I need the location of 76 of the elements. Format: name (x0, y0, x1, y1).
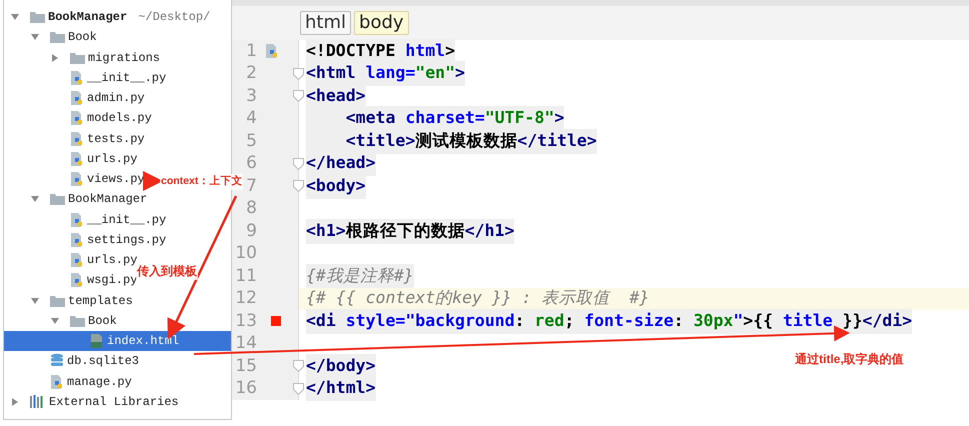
tree-item[interactable]: urls.py (4, 148, 138, 169)
breakpoint-marker[interactable] (271, 316, 281, 326)
tree-item[interactable]: External Libraries (4, 392, 179, 412)
fold-marker-icon[interactable] (293, 90, 304, 102)
line-number: 4 (246, 107, 257, 130)
python-file-icon (70, 212, 84, 228)
annotation-label: 传入到模板 (136, 262, 198, 280)
line-number: 5 (246, 130, 257, 152)
fold-marker-icon[interactable] (293, 180, 304, 192)
expand-arrow-icon[interactable] (30, 33, 40, 42)
breadcrumb-tab[interactable]: html (300, 11, 352, 35)
annotation-label: 通过title,取字典的值 (794, 350, 905, 368)
line-number: 1 (246, 40, 257, 62)
python-file-icon (70, 272, 84, 288)
python-file-icon (70, 70, 84, 86)
tree-item[interactable]: index.html (4, 331, 231, 352)
python-file-icon (70, 171, 84, 188)
python-file-icon (50, 374, 64, 390)
code-line: {# {{ context的key }} : 表示取值 #} (306, 287, 650, 310)
python-file-icon (70, 110, 84, 126)
folder-icon (50, 294, 65, 307)
fold-marker-icon[interactable] (293, 68, 304, 80)
tree-item[interactable]: Book (4, 27, 97, 48)
tree-item[interactable]: BookManager ~/Desktop/ (4, 7, 210, 28)
folder-icon (50, 193, 65, 206)
tree-item[interactable]: templates (4, 290, 133, 311)
tree-item[interactable]: __init__.py (4, 210, 166, 230)
expand-arrow-icon[interactable] (30, 195, 40, 204)
line-number: 12 (235, 287, 257, 310)
python-file-icon (70, 252, 84, 268)
annotation-label: context：上下文 (160, 174, 244, 190)
html-file-icon (90, 333, 104, 350)
line-number: 14 (235, 332, 257, 355)
tree-item[interactable]: admin.py (4, 88, 145, 108)
fold-marker-icon[interactable] (293, 382, 304, 395)
folder-icon (70, 314, 85, 327)
tree-item[interactable]: manage.py (4, 372, 132, 392)
expand-arrow-icon[interactable] (10, 13, 20, 22)
expand-arrow-icon[interactable] (30, 296, 40, 305)
tree-item[interactable]: migrations (4, 48, 160, 68)
python-file-icon (70, 130, 84, 147)
annotation-arrow (143, 171, 163, 191)
folder-icon (30, 11, 45, 24)
line-number: 2 (246, 62, 257, 85)
breadcrumb-tab[interactable]: body (354, 11, 409, 35)
line-number: 3 (246, 84, 257, 108)
tree-item[interactable]: models.py (4, 108, 152, 128)
line-number: 15 (235, 354, 257, 378)
line-number: 13 (235, 310, 257, 332)
tree-item[interactable]: Book (4, 310, 117, 331)
fold-marker-icon[interactable] (293, 360, 304, 372)
fold-marker-icon[interactable] (293, 158, 304, 170)
folder-icon (70, 52, 85, 64)
python-file-icon (70, 232, 84, 248)
collapse-arrow-icon[interactable] (50, 52, 60, 63)
tree-item[interactable]: urls.py (4, 250, 138, 270)
line-number: 16 (235, 377, 257, 400)
tree-item[interactable]: db.sqlite3 (4, 351, 140, 372)
tree-item[interactable]: BookManager (4, 189, 148, 210)
line-number: 8 (246, 197, 257, 220)
line-number: 6 (246, 152, 257, 175)
line-number: 11 (235, 264, 257, 288)
project-path: ~/Desktop/ (138, 9, 210, 26)
line-number: 9 (246, 220, 257, 242)
tree-item[interactable]: settings.py (4, 230, 166, 250)
tree-item[interactable]: views.py (4, 169, 145, 190)
python-file-icon (70, 90, 84, 106)
folder-icon (50, 31, 65, 44)
tree-item[interactable]: wsgi.py (4, 270, 138, 290)
python-file-icon (70, 150, 84, 167)
tree-item[interactable]: __init__.py (4, 68, 166, 88)
tree-item[interactable]: tests.py (4, 128, 145, 149)
line-number: 7 (246, 174, 257, 198)
collapse-arrow-icon[interactable] (10, 396, 20, 407)
line-number: 10 (235, 242, 257, 265)
expand-arrow-icon[interactable] (50, 316, 60, 325)
